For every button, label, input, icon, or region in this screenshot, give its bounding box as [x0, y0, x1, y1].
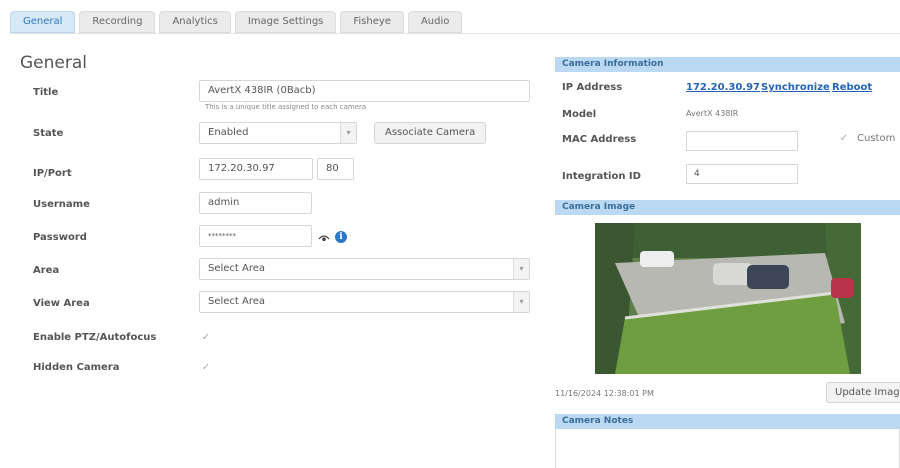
port-input[interactable]: 80	[317, 158, 354, 180]
tab-image-settings[interactable]: Image Settings	[234, 11, 337, 33]
chevron-down-icon: ▾	[513, 259, 529, 279]
title-label: Title	[33, 87, 59, 98]
tab-general[interactable]: General	[10, 11, 76, 33]
mac-address-input[interactable]	[686, 131, 798, 151]
username-label: Username	[33, 199, 90, 210]
model-label: Model	[562, 109, 597, 120]
title-hint: This is a unique title assigned to each …	[205, 103, 367, 111]
info-icon[interactable]: i	[335, 231, 347, 243]
area-select[interactable]: Select Area ▾	[199, 258, 530, 280]
chevron-down-icon: ▾	[513, 292, 529, 312]
hidden-camera-label: Hidden Camera	[33, 362, 120, 373]
password-input[interactable]: ********	[199, 225, 312, 247]
area-select-value: Select Area	[208, 263, 266, 274]
area-label: Area	[33, 265, 60, 276]
custom-checkbox[interactable]: ✓	[838, 133, 850, 145]
eye-icon[interactable]	[318, 234, 330, 242]
tab-recording[interactable]: Recording	[79, 11, 156, 33]
ptz-label: Enable PTZ/Autofocus	[33, 332, 157, 343]
image-timestamp: 11/16/2024 12:38:01 PM	[555, 389, 654, 398]
model-value: AvertX 438IR	[686, 109, 739, 118]
integration-id-input[interactable]: 4	[686, 164, 798, 184]
custom-label: Custom	[857, 133, 896, 144]
title-input[interactable]: AvertX 438IR (0Bacb)	[199, 80, 530, 102]
synchronize-link[interactable]: Synchronize	[761, 82, 830, 93]
page-title: General	[20, 53, 87, 73]
camera-notes-textarea[interactable]	[555, 429, 900, 468]
hidden-camera-checkbox[interactable]: ✓	[200, 362, 212, 374]
ip-address-label: IP Address	[562, 82, 623, 93]
ip-address-link[interactable]: 172.20.30.97	[686, 82, 760, 93]
view-area-select[interactable]: Select Area ▾	[199, 291, 530, 313]
view-area-select-value: Select Area	[208, 296, 266, 307]
password-label: Password	[33, 232, 87, 243]
camera-notes-header: Camera Notes	[555, 414, 900, 429]
camera-information-header: Camera Information	[555, 57, 900, 72]
ip-input[interactable]: 172.20.30.97	[199, 158, 313, 180]
tab-analytics[interactable]: Analytics	[159, 11, 231, 33]
tab-fisheye[interactable]: Fisheye	[340, 11, 404, 33]
view-area-label: View Area	[33, 298, 90, 309]
camera-snapshot-picture	[595, 223, 861, 374]
tab-bar: General Recording Analytics Image Settin…	[10, 11, 463, 33]
state-label: State	[33, 128, 64, 139]
mac-address-label: MAC Address	[562, 134, 637, 145]
ipport-label: IP/Port	[33, 168, 72, 179]
tabs-divider	[10, 33, 900, 34]
tab-audio[interactable]: Audio	[407, 11, 463, 33]
camera-image-header: Camera Image	[555, 200, 900, 215]
chevron-down-icon: ▾	[340, 123, 356, 143]
reboot-link[interactable]: Reboot	[832, 82, 872, 93]
state-select[interactable]: Enabled ▾	[199, 122, 357, 144]
username-input[interactable]: admin	[199, 192, 312, 214]
integration-id-label: Integration ID	[562, 171, 641, 182]
ptz-checkbox[interactable]: ✓	[200, 332, 212, 344]
update-image-button[interactable]: Update Image	[826, 382, 900, 403]
camera-snapshot[interactable]	[595, 223, 861, 374]
state-select-value: Enabled	[208, 127, 249, 138]
associate-camera-button[interactable]: Associate Camera	[374, 122, 487, 144]
